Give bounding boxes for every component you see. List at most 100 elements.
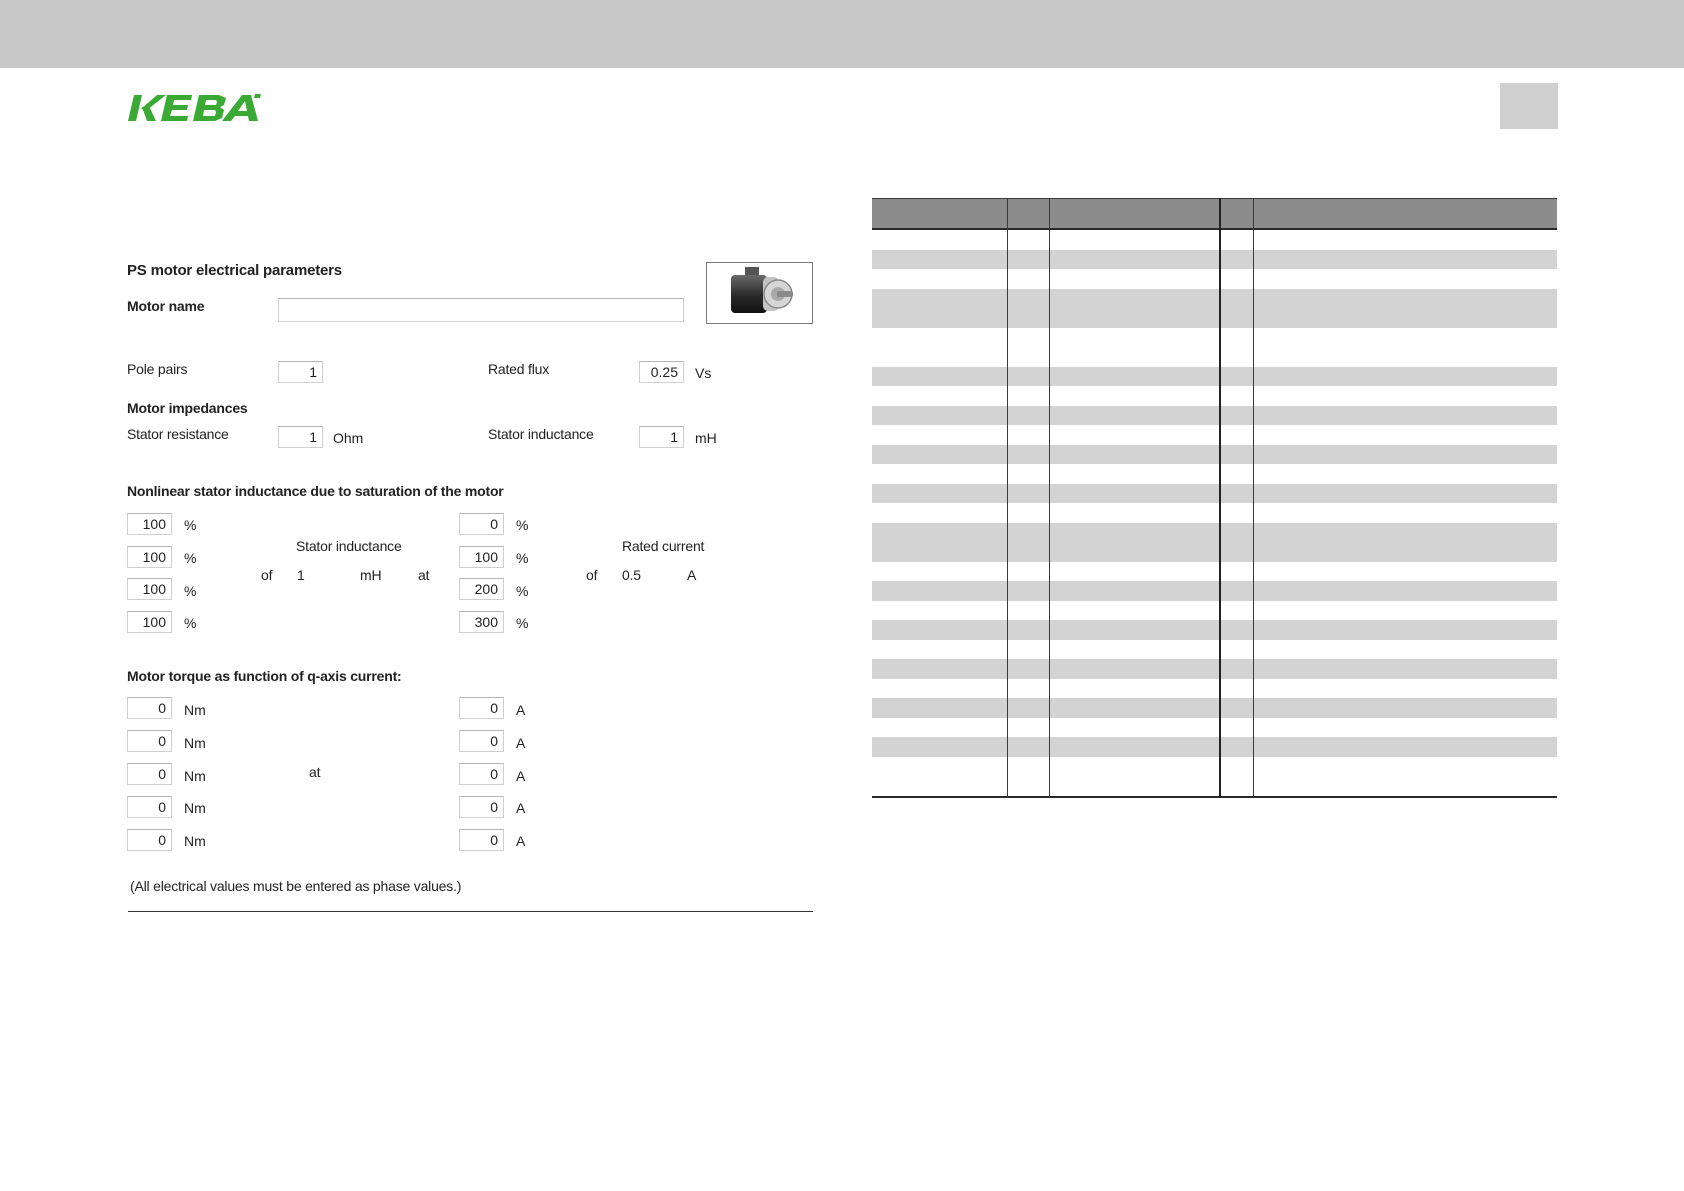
torque-unit: Nm (184, 735, 206, 751)
table-row (872, 288, 1557, 328)
rated-flux-unit: Vs (695, 365, 712, 381)
current-percent-input-1[interactable]: 0 (459, 513, 504, 535)
percent-unit: % (516, 550, 529, 566)
percent-unit: % (516, 615, 529, 631)
pole-pairs-input[interactable]: 1 (278, 361, 323, 383)
table-row (872, 366, 1557, 386)
table-row (872, 620, 1557, 640)
table-row (872, 230, 1557, 250)
table-row (872, 444, 1557, 464)
stator-inductance-reference: 1 (297, 567, 305, 583)
current-unit: A (516, 768, 526, 784)
section-title: PS motor electrical parameters (127, 262, 342, 279)
current-unit: A (516, 800, 526, 816)
page-number-box (1500, 83, 1558, 129)
percent-unit: % (516, 517, 529, 533)
table-row (872, 425, 1557, 445)
rated-flux-input[interactable]: 0.25 (639, 361, 684, 383)
torque-input-2[interactable]: 0 (127, 730, 172, 752)
torque-title: Motor torque as function of q-axis curre… (127, 668, 402, 684)
table-row (872, 562, 1557, 582)
stator-inductance-reference-unit: mH (360, 567, 382, 583)
torque-unit: Nm (184, 833, 206, 849)
table-row (872, 522, 1557, 562)
table-column-divider (1253, 198, 1254, 798)
motor-image (706, 262, 813, 324)
percent-unit: % (184, 615, 197, 631)
table-row (872, 679, 1557, 699)
motor-parameters-form: PS motor electrical parameters Motor nam… (0, 0, 840, 1191)
stator-inductance-label: Stator inductance (488, 426, 594, 442)
table-row (872, 386, 1557, 406)
table-column-divider (1049, 198, 1050, 798)
rated-flux-label: Rated flux (488, 361, 550, 377)
torque-input-3[interactable]: 0 (127, 763, 172, 785)
footnote: (All electrical values must be entered a… (130, 878, 462, 894)
stator-inductance-input[interactable]: 1 (639, 426, 684, 448)
table-row (872, 503, 1557, 523)
motor-name-input[interactable] (278, 298, 684, 322)
parameter-table (872, 198, 1557, 798)
inductance-percent-input-2[interactable]: 100 (127, 546, 172, 568)
current-unit: A (516, 702, 526, 718)
current-input-1[interactable]: 0 (459, 697, 504, 719)
stator-resistance-input[interactable]: 1 (278, 426, 323, 448)
stator-inductance-unit: mH (695, 430, 717, 446)
table-body (872, 230, 1557, 796)
rated-current-unit: A (687, 567, 697, 583)
table-row (872, 659, 1557, 679)
current-input-5[interactable]: 0 (459, 829, 504, 851)
torque-unit: Nm (184, 702, 206, 718)
table-row (872, 718, 1557, 738)
inductance-percent-input-1[interactable]: 100 (127, 513, 172, 535)
motor-name-label: Motor name (127, 298, 205, 314)
torque-input-5[interactable]: 0 (127, 829, 172, 851)
impedances-title: Motor impedances (127, 400, 248, 416)
at-label: at (418, 567, 430, 583)
stator-inductance-caption: Stator inductance (296, 538, 402, 554)
table-row (872, 249, 1557, 269)
inductance-percent-input-3[interactable]: 100 (127, 578, 172, 600)
stator-resistance-unit: Ohm (333, 430, 364, 446)
table-row (872, 483, 1557, 503)
table-column-divider (1219, 198, 1221, 798)
table-row (872, 698, 1557, 718)
current-unit: A (516, 833, 526, 849)
of-label: of (261, 567, 273, 583)
table-row (872, 269, 1557, 289)
torque-unit: Nm (184, 768, 206, 784)
servo-motor-icon (731, 267, 793, 313)
table-column-divider (1007, 198, 1008, 798)
percent-unit: % (184, 550, 197, 566)
current-percent-input-4[interactable]: 300 (459, 611, 504, 633)
rated-current-caption: Rated current (622, 538, 705, 554)
torque-at-label: at (309, 764, 321, 780)
table-row (872, 601, 1557, 621)
table-row (872, 640, 1557, 660)
percent-unit: % (184, 517, 197, 533)
percent-unit: % (184, 583, 197, 599)
current-input-4[interactable]: 0 (459, 796, 504, 818)
torque-input-4[interactable]: 0 (127, 796, 172, 818)
current-percent-input-3[interactable]: 200 (459, 578, 504, 600)
percent-unit: % (516, 583, 529, 599)
table-bottom-rule (872, 795, 1557, 798)
current-input-2[interactable]: 0 (459, 730, 504, 752)
table-header (872, 198, 1557, 230)
current-percent-input-2[interactable]: 100 (459, 546, 504, 568)
table-row (872, 757, 1557, 796)
inductance-percent-input-4[interactable]: 100 (127, 611, 172, 633)
form-bottom-rule (128, 911, 813, 912)
rated-current-value: 0.5 (622, 567, 641, 583)
table-row (872, 405, 1557, 425)
current-unit: A (516, 735, 526, 751)
table-row (872, 464, 1557, 484)
table-row (872, 328, 1557, 367)
stator-resistance-label: Stator resistance (127, 426, 229, 442)
current-input-3[interactable]: 0 (459, 763, 504, 785)
torque-unit: Nm (184, 800, 206, 816)
pole-pairs-label: Pole pairs (127, 361, 188, 377)
rated-current-of-label: of (586, 567, 598, 583)
nonlinear-title: Nonlinear stator inductance due to satur… (127, 483, 504, 499)
torque-input-1[interactable]: 0 (127, 697, 172, 719)
